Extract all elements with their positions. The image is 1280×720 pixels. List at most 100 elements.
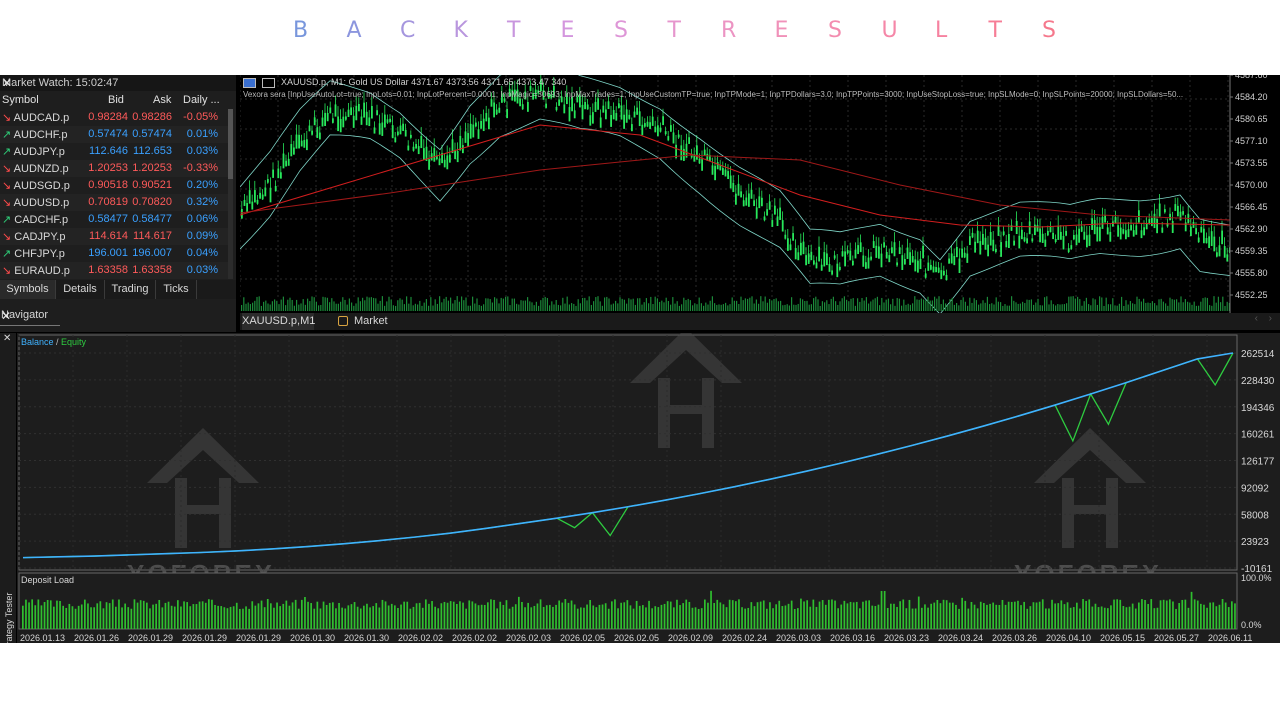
bid-cell: 112.646 bbox=[89, 145, 128, 157]
symbol-name: CHFJPY.p bbox=[14, 248, 65, 260]
symbol-cell: ↗ AUDCHF.p bbox=[2, 128, 67, 141]
scroll-right-icon[interactable]: › bbox=[1269, 313, 1272, 324]
bid-cell: 0.58477 bbox=[88, 213, 128, 225]
date-axis-label: 2026.02.09 bbox=[668, 633, 713, 643]
market-watch-row[interactable]: ↘ AUDSGD.p 0.90518 0.90521 0.20% bbox=[0, 177, 228, 194]
ask-cell: 196.007 bbox=[132, 247, 172, 259]
balance-chart[interactable]: YOFOREXYOFOREX26251422843019434616026112… bbox=[17, 328, 1280, 643]
date-axis-label: 2026.03.03 bbox=[776, 633, 821, 643]
price-chart[interactable]: 4587.60 4584.20 4580.65 4577.10 4573.55 4570.… bbox=[239, 75, 1280, 315]
change-cell: 0.20% bbox=[186, 179, 218, 191]
title-letter: A bbox=[346, 18, 362, 43]
tab-market[interactable]: Market bbox=[338, 313, 388, 330]
tab-details[interactable]: Details bbox=[56, 280, 105, 299]
close-icon[interactable]: ✕ bbox=[2, 76, 232, 90]
page-title: BACKTESTRESULTS bbox=[0, 18, 1280, 50]
tab-xauusd-chart[interactable]: XAUUSD.p,M1 bbox=[242, 313, 315, 330]
ask-cell: 0.58477 bbox=[132, 213, 172, 225]
legend-equity: Equity bbox=[61, 337, 87, 347]
symbol-name: AUDCHF.p bbox=[13, 129, 68, 141]
price-axis-label: 4555.80 bbox=[1235, 268, 1268, 278]
chart-menu-icon[interactable] bbox=[243, 77, 256, 88]
chart-bars-icon[interactable] bbox=[261, 77, 275, 88]
arrow-down-icon: ↘ bbox=[2, 163, 12, 175]
balance-axis-label: 58008 bbox=[1241, 510, 1269, 521]
market-watch-row[interactable]: ↘ AUDUSD.p 0.70819 0.70820 0.32% bbox=[0, 194, 228, 211]
symbol-name: CADJPY.p bbox=[14, 231, 66, 243]
bid-cell: 114.614 bbox=[89, 230, 128, 242]
tab-trading[interactable]: Trading bbox=[105, 280, 156, 299]
arrow-down-icon: ↘ bbox=[2, 180, 12, 192]
symbol-cell: ↘ CADJPY.p bbox=[2, 230, 65, 243]
volume-bars bbox=[241, 296, 1230, 311]
change-cell: -0.05% bbox=[183, 111, 218, 123]
symbol-name: AUDCAD.p bbox=[13, 112, 70, 124]
date-axis-label: 2026.01.26 bbox=[74, 633, 119, 643]
balance-axis-label: 194346 bbox=[1241, 403, 1275, 414]
column-bid[interactable]: Bid bbox=[108, 94, 124, 106]
chart-info: XAUUSD.p, M1: Gold US Dollar 4371.67 437… bbox=[243, 77, 566, 88]
market-watch-row[interactable]: ↗ CADCHF.p 0.58477 0.58477 0.06% bbox=[0, 211, 228, 228]
price-axis-label: 4573.55 bbox=[1235, 158, 1268, 168]
market-watch-row[interactable]: ↗ CHFJPY.p 196.001 196.007 0.04% bbox=[0, 245, 228, 262]
arrow-down-icon: ↘ bbox=[2, 265, 12, 277]
title-letter: T bbox=[667, 18, 681, 43]
change-cell: 0.03% bbox=[186, 145, 218, 157]
close-icon[interactable]: ✕ bbox=[3, 333, 11, 344]
column-symbol[interactable]: Symbol bbox=[2, 94, 39, 106]
balance-axis-label: 23923 bbox=[1241, 537, 1269, 548]
date-axis-label: 2026.01.29 bbox=[236, 633, 281, 643]
date-axis-label: 2026.02.02 bbox=[452, 633, 497, 643]
date-axis-label: 2026.03.23 bbox=[884, 633, 929, 643]
arrow-up-icon: ↗ bbox=[2, 146, 12, 158]
date-axis-label: 2026.02.03 bbox=[506, 633, 551, 643]
market-watch-row[interactable]: ↘ EURAUD.p 1.63358 1.63358 0.03% bbox=[0, 262, 228, 279]
deposit-axis-label: 100.0% bbox=[1241, 573, 1272, 583]
balance-legend: Balance / Equity bbox=[21, 337, 87, 347]
tab-symbols[interactable]: Symbols bbox=[0, 280, 56, 299]
balance-axis-label: 92092 bbox=[1241, 483, 1269, 494]
terminal-window: Market Watch: 15:02:47 ✕ Symbol Bid Ask … bbox=[0, 75, 1280, 643]
price-axis-label: 4587.60 bbox=[1235, 75, 1268, 80]
symbol-cell: ↘ AUDNZD.p bbox=[2, 162, 69, 175]
market-watch-row[interactable]: ↘ AUDNZD.p 1.20253 1.20253 -0.33% bbox=[0, 160, 228, 177]
ask-cell: 0.70820 bbox=[132, 196, 172, 208]
market-watch-row[interactable]: ↗ AUDCHF.p 0.57474 0.57474 0.01% bbox=[0, 126, 228, 143]
symbol-name: AUDNZD.p bbox=[13, 163, 69, 175]
expert-params: Vexora sera [InpUseAutoLot=true; InpLots… bbox=[243, 90, 1184, 99]
market-watch-panel: Market Watch: 15:02:47 ✕ Symbol Bid Ask … bbox=[0, 75, 236, 308]
market-watch-row[interactable]: ↘ CADJPY.p 114.614 114.617 0.09% bbox=[0, 228, 228, 245]
price-axis-label: 4566.45 bbox=[1235, 202, 1268, 212]
price-chart-canvas[interactable]: 4587.60 4584.20 4580.65 4577.10 4573.55 4570.… bbox=[239, 75, 1280, 315]
column-ask[interactable]: Ask bbox=[153, 94, 171, 106]
arrow-up-icon: ↗ bbox=[2, 248, 12, 260]
market-watch-scrollbar[interactable] bbox=[228, 109, 233, 279]
market-watch-row[interactable]: ↘ AUDCAD.p 0.98284 0.98286 -0.05% bbox=[0, 109, 228, 126]
price-axis-label: 4559.35 bbox=[1235, 246, 1268, 256]
balance-axis-label: 262514 bbox=[1241, 349, 1275, 360]
symbol-cell: ↘ AUDCAD.p bbox=[2, 111, 69, 124]
balance-chart-canvas[interactable]: YOFOREXYOFOREX26251422843019434616026112… bbox=[17, 328, 1280, 643]
strategy-tester-sidebar: ✕ Strategy Tester bbox=[0, 333, 16, 643]
market-watch-header: Market Watch: 15:02:47 ✕ bbox=[0, 75, 236, 91]
title-letter: E bbox=[774, 18, 789, 43]
arrow-down-icon: ↘ bbox=[2, 231, 12, 243]
column-daily-change[interactable]: Daily ... bbox=[183, 94, 220, 106]
price-axis-label: 4552.25 bbox=[1235, 290, 1268, 300]
title-letter: U bbox=[881, 18, 898, 43]
price-axis-label: 4570.00 bbox=[1235, 180, 1268, 190]
symbol-cell: ↗ CHFJPY.p bbox=[2, 247, 65, 260]
title-letter: E bbox=[560, 18, 575, 43]
arrow-down-icon: ↘ bbox=[2, 112, 12, 124]
tab-ticks[interactable]: Ticks bbox=[156, 280, 197, 299]
market-watch-row[interactable]: ↗ AUDJPY.p 112.646 112.653 0.03% bbox=[0, 143, 228, 160]
arrow-down-icon: ↘ bbox=[2, 197, 12, 209]
date-axis-label: 2026.02.05 bbox=[614, 633, 659, 643]
title-letter: S bbox=[614, 18, 628, 43]
scroll-left-icon[interactable]: ‹ bbox=[1255, 313, 1258, 324]
tab-market-label: Market bbox=[354, 315, 388, 327]
arrow-up-icon: ↗ bbox=[2, 129, 12, 141]
change-cell: -0.33% bbox=[183, 162, 218, 174]
title-letter: S bbox=[828, 18, 842, 43]
close-icon[interactable]: ✕ bbox=[1, 309, 232, 323]
